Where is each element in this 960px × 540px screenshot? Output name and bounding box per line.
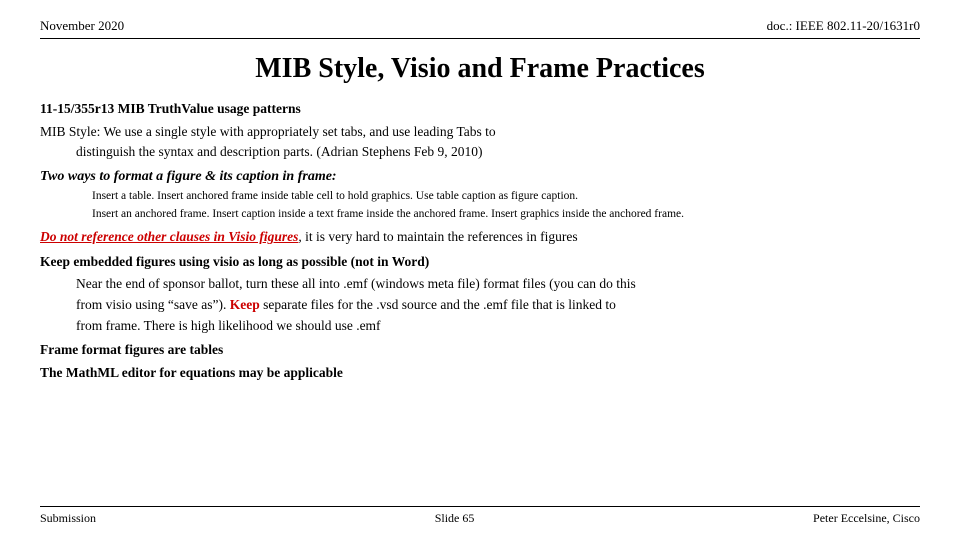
near-end-line2: from visio using “save as”). Keep separa… bbox=[76, 295, 920, 315]
mathml: The MathML editor for equations may be a… bbox=[40, 363, 920, 383]
footer-author: Peter Eccelsine, Cisco bbox=[813, 511, 920, 526]
mib-style-line2: distinguish the syntax and description p… bbox=[76, 142, 920, 162]
slide-title: MIB Style, Visio and Frame Practices bbox=[40, 53, 920, 85]
keep-word: Keep bbox=[230, 297, 260, 312]
do-not-ref-link[interactable]: Do not reference other clauses in Visio … bbox=[40, 229, 298, 244]
frame-format: Frame format figures are tables bbox=[40, 340, 920, 360]
near-end-line1: Near the end of sponsor ballot, turn the… bbox=[76, 274, 920, 294]
footer-slide: Slide 65 bbox=[435, 511, 475, 526]
two-ways-heading: Two ways to format a figure & its captio… bbox=[40, 167, 920, 187]
do-not-ref-line: Do not reference other clauses in Visio … bbox=[40, 227, 920, 247]
keep-embedded-heading: Keep embedded figures using visio as lon… bbox=[40, 252, 920, 272]
header: November 2020 doc.: IEEE 802.11-20/1631r… bbox=[40, 18, 920, 39]
header-date: November 2020 bbox=[40, 18, 124, 34]
small-line1: Insert a table. Insert anchored frame in… bbox=[92, 188, 920, 205]
slide-content: 11-15/355r13 MIB TruthValue usage patter… bbox=[40, 99, 920, 502]
mib-style-line1: MIB Style: We use a single style with ap… bbox=[40, 122, 920, 142]
near-end-line3: from frame. There is high likelihood we … bbox=[76, 316, 920, 336]
do-not-ref-rest: , it is very hard to maintain the refere… bbox=[298, 229, 577, 244]
footer-submission: Submission bbox=[40, 511, 96, 526]
slide: November 2020 doc.: IEEE 802.11-20/1631r… bbox=[0, 0, 960, 540]
header-doc: doc.: IEEE 802.11-20/1631r0 bbox=[767, 18, 920, 34]
footer: Submission Slide 65 Peter Eccelsine, Cis… bbox=[40, 506, 920, 526]
section1-heading: 11-15/355r13 MIB TruthValue usage patter… bbox=[40, 99, 920, 119]
small-line2: Insert an anchored frame. Insert caption… bbox=[92, 206, 920, 223]
